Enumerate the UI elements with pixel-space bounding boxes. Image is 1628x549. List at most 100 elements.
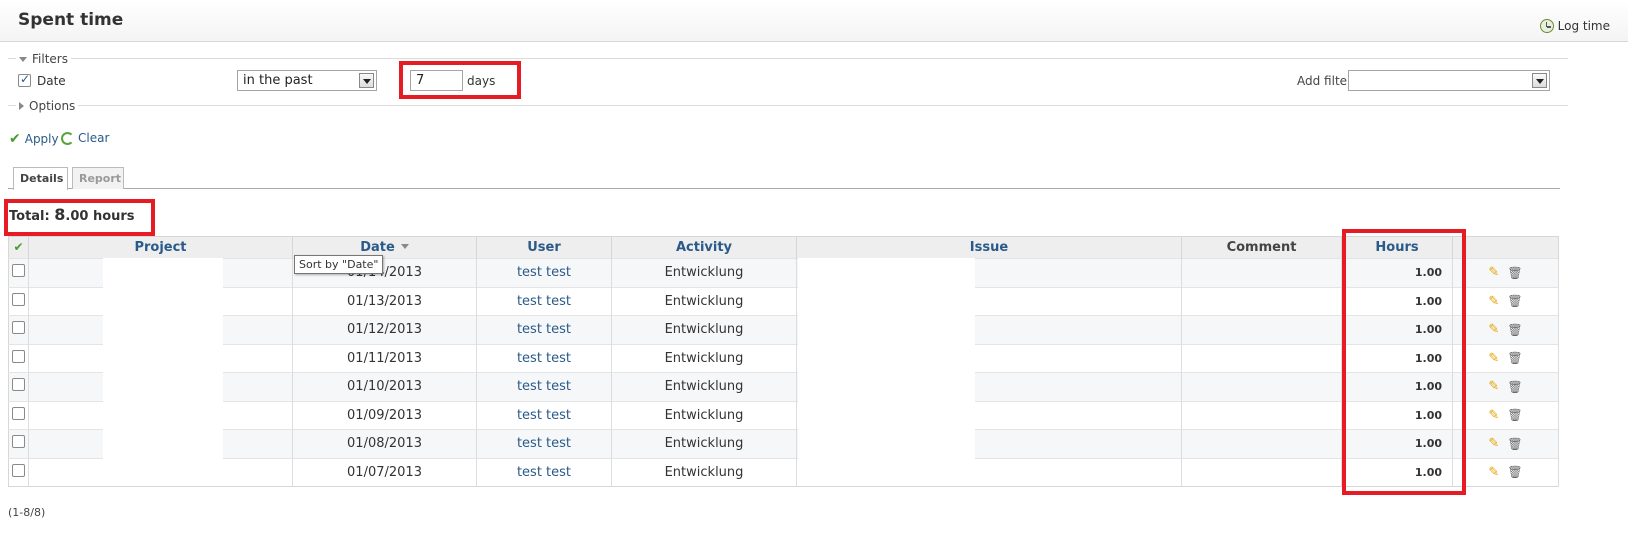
- activity-cell: Entwicklung: [611, 286, 797, 316]
- col-project[interactable]: Project: [28, 236, 293, 259]
- row-actions-cell: ✎ 🗑: [1452, 400, 1559, 430]
- row-checkbox[interactable]: [12, 435, 25, 449]
- date-cell: 01/07/2013: [292, 457, 477, 487]
- row-checkbox-cell[interactable]: [8, 258, 29, 287]
- col-comment: Comment: [1181, 236, 1342, 259]
- select-all-toggle[interactable]: ✔: [8, 236, 29, 259]
- filters-legend[interactable]: Filters: [16, 52, 71, 66]
- delete-trash-icon[interactable]: 🗑: [1507, 380, 1522, 394]
- options-legend-label: Options: [29, 99, 76, 113]
- expand-icon: [19, 102, 24, 110]
- col-user[interactable]: User: [476, 236, 612, 259]
- user-cell[interactable]: test test: [476, 429, 612, 458]
- row-checkbox[interactable]: [12, 321, 25, 335]
- reload-icon: [61, 131, 74, 145]
- user-cell[interactable]: test test: [476, 258, 612, 287]
- edit-pencil-icon[interactable]: ✎: [1488, 294, 1499, 309]
- row-checkbox[interactable]: [12, 378, 25, 392]
- user-link[interactable]: test test: [517, 265, 571, 280]
- user-link[interactable]: test test: [517, 436, 571, 451]
- row-checkbox[interactable]: [12, 406, 25, 420]
- comment-cell: [1181, 258, 1342, 287]
- row-checkbox-cell[interactable]: [8, 400, 29, 430]
- user-link[interactable]: test test: [517, 465, 571, 480]
- col-project-label[interactable]: Project: [134, 240, 186, 255]
- row-checkbox[interactable]: [12, 463, 25, 477]
- comment-cell: [1181, 343, 1342, 373]
- row-actions-cell: ✎ 🗑: [1452, 315, 1559, 344]
- activity-cell: Entwicklung: [611, 457, 797, 487]
- table-row[interactable]: 01/10/2013 test test Entwicklung 1.00 ✎ 🗑: [8, 372, 1559, 401]
- options-legend[interactable]: Options: [16, 99, 79, 113]
- table-row[interactable]: 01/08/2013 test test Entwicklung 1.00 ✎ 🗑: [8, 429, 1559, 458]
- delete-trash-icon[interactable]: 🗑: [1507, 465, 1522, 479]
- delete-trash-icon[interactable]: 🗑: [1507, 294, 1522, 308]
- col-user-label[interactable]: User: [527, 240, 561, 255]
- col-issue[interactable]: Issue: [796, 236, 1182, 259]
- edit-pencil-icon[interactable]: ✎: [1488, 408, 1499, 423]
- apply-button[interactable]: ✔ Apply: [9, 131, 59, 147]
- tab-report[interactable]: Report: [72, 167, 124, 189]
- row-checkbox-cell[interactable]: [8, 286, 29, 316]
- edit-pencil-icon[interactable]: ✎: [1488, 351, 1499, 366]
- col-activity-label[interactable]: Activity: [676, 240, 732, 255]
- edit-pencil-icon[interactable]: ✎: [1488, 265, 1499, 280]
- col-comment-label: Comment: [1226, 240, 1297, 255]
- row-checkbox-cell[interactable]: [8, 343, 29, 373]
- add-filter-label: Add filter: [1297, 74, 1352, 88]
- sort-tooltip: Sort by "Date": [294, 255, 384, 274]
- comment-cell: [1181, 457, 1342, 487]
- user-link[interactable]: test test: [517, 322, 571, 337]
- table-row[interactable]: 01/13/2013 test test Entwicklung 1.00 ✎ 🗑: [8, 286, 1559, 316]
- edit-pencil-icon[interactable]: ✎: [1488, 322, 1499, 337]
- highlight-hours-box: [1342, 229, 1466, 495]
- date-filter-checkbox[interactable]: [18, 72, 31, 87]
- row-checkbox-cell[interactable]: [8, 457, 29, 487]
- date-cell: 01/08/2013: [292, 429, 477, 458]
- col-actions: [1452, 236, 1559, 259]
- edit-pencil-icon[interactable]: ✎: [1488, 465, 1499, 480]
- user-link[interactable]: test test: [517, 351, 571, 366]
- activity-cell: Entwicklung: [611, 258, 797, 287]
- tab-details[interactable]: Details: [13, 167, 68, 190]
- row-checkbox-cell[interactable]: [8, 429, 29, 458]
- row-checkbox-cell[interactable]: [8, 315, 29, 344]
- user-link[interactable]: test test: [517, 408, 571, 423]
- tabs-baseline: [8, 188, 1560, 189]
- table-row[interactable]: 01/07/2013 test test Entwicklung 1.00 ✎ 🗑: [8, 457, 1559, 487]
- delete-trash-icon[interactable]: 🗑: [1507, 323, 1522, 337]
- user-link[interactable]: test test: [517, 294, 571, 309]
- collapse-icon: [19, 56, 27, 62]
- user-cell[interactable]: test test: [476, 315, 612, 344]
- user-cell[interactable]: test test: [476, 457, 612, 487]
- header-bar: Spent time Log time: [0, 0, 1628, 42]
- user-cell[interactable]: test test: [476, 343, 612, 373]
- dropdown-arrow-icon: [1532, 73, 1547, 88]
- row-checkbox[interactable]: [12, 349, 25, 363]
- col-activity[interactable]: Activity: [611, 236, 797, 259]
- user-link[interactable]: test test: [517, 379, 571, 394]
- col-date-label[interactable]: Date: [360, 240, 395, 255]
- table-row[interactable]: 01/14/2013 test test Entwicklung 1.00 ✎ 🗑: [8, 258, 1559, 287]
- clear-button[interactable]: Clear: [61, 131, 109, 145]
- delete-trash-icon[interactable]: 🗑: [1507, 408, 1522, 422]
- delete-trash-icon[interactable]: 🗑: [1507, 351, 1522, 365]
- row-checkbox-cell[interactable]: [8, 372, 29, 401]
- pagination-info: (1-8/8): [8, 506, 46, 519]
- table-row[interactable]: 01/11/2013 test test Entwicklung 1.00 ✎ 🗑: [8, 343, 1559, 373]
- log-time-link[interactable]: Log time: [1539, 19, 1610, 33]
- delete-trash-icon[interactable]: 🗑: [1507, 437, 1522, 451]
- date-operator-select[interactable]: in the past: [237, 70, 377, 91]
- delete-trash-icon[interactable]: 🗑: [1507, 266, 1522, 280]
- user-cell[interactable]: test test: [476, 286, 612, 316]
- add-filter-select[interactable]: [1348, 70, 1550, 91]
- edit-pencil-icon[interactable]: ✎: [1488, 379, 1499, 394]
- row-checkbox[interactable]: [12, 264, 25, 278]
- user-cell[interactable]: test test: [476, 400, 612, 430]
- table-row[interactable]: 01/09/2013 test test Entwicklung 1.00 ✎ 🗑: [8, 400, 1559, 430]
- edit-pencil-icon[interactable]: ✎: [1488, 436, 1499, 451]
- table-row[interactable]: 01/12/2013 test test Entwicklung 1.00 ✎ 🗑: [8, 315, 1559, 344]
- col-issue-label[interactable]: Issue: [970, 240, 1008, 255]
- user-cell[interactable]: test test: [476, 372, 612, 401]
- row-checkbox[interactable]: [12, 292, 25, 306]
